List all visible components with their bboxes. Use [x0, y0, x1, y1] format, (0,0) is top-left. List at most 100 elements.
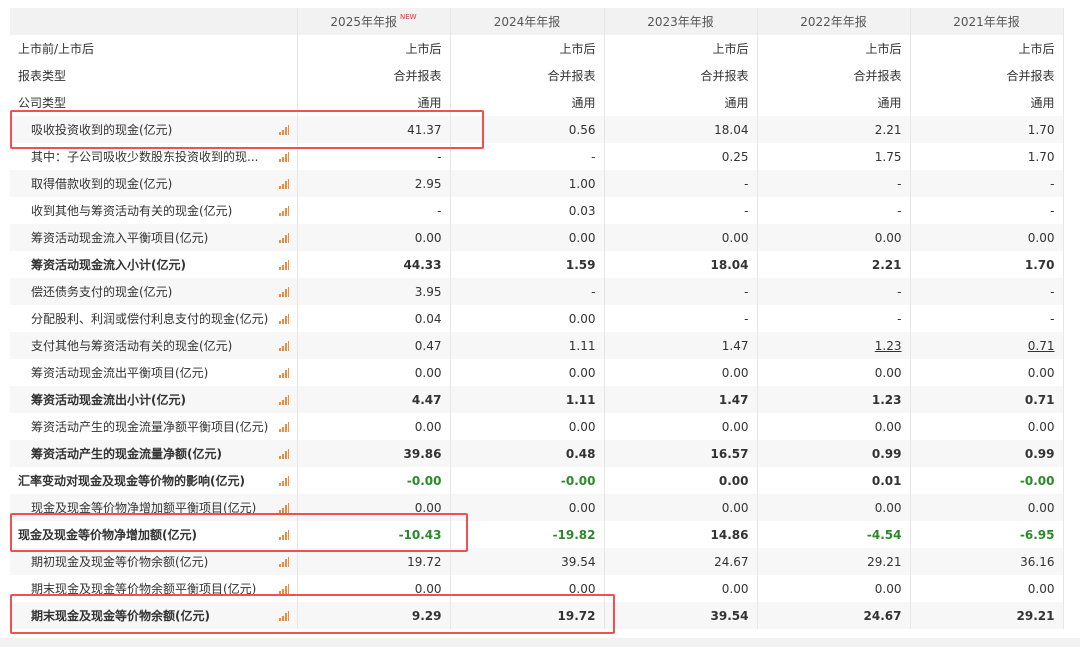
bar-chart-icon[interactable]: [278, 475, 289, 486]
row-label-cell: 期初现金及现金等价物余额(亿元): [10, 548, 298, 575]
row-label-cell: 筹资活动现金流出平衡项目(亿元): [10, 359, 298, 386]
row-label: 筹资活动现金流出小计(亿元): [31, 393, 186, 407]
row-label-cell: 筹资活动产生的现金流量净额(亿元): [10, 440, 298, 467]
bar-chart-icon[interactable]: [278, 394, 289, 405]
value-cell[interactable]: 1.23: [757, 332, 911, 359]
value-cell: 0.71: [910, 386, 1064, 413]
bar-chart-icon[interactable]: [278, 313, 289, 324]
row-label: 期末现金及现金等价物余额平衡项目(亿元): [31, 582, 257, 596]
value-cell: 0.00: [297, 359, 451, 386]
value-cell: 0.99: [757, 440, 911, 467]
bar-chart-icon[interactable]: [278, 232, 289, 243]
bar-chart-icon[interactable]: [278, 421, 289, 432]
row-label: 上市前/上市后: [18, 42, 95, 56]
row-label-cell: 偿还债务支付的现金(亿元): [10, 278, 298, 305]
row-label: 筹资活动产生的现金流量净额(亿元): [31, 447, 222, 461]
value-cell: -: [757, 197, 911, 224]
value-cell: 39.86: [297, 440, 451, 467]
row-label: 偿还债务支付的现金(亿元): [31, 285, 173, 299]
value-cell: 0.00: [910, 413, 1064, 440]
value-cell: -: [910, 305, 1064, 332]
table-row: 筹资活动产生的现金流量净额平衡项目(亿元) 0.00 0.00 0.00 0.00 0.0…: [10, 413, 1064, 440]
bar-chart-icon[interactable]: [278, 178, 289, 189]
value-cell: 9.29: [297, 602, 451, 629]
table-header: 2025年年报 NEW 2024年年报 2023年年报 2022年年报 2021年年报: [10, 8, 1064, 35]
value-cell: 2.21: [757, 116, 911, 143]
value-cell: 0.04: [297, 305, 451, 332]
bar-chart-icon[interactable]: [278, 502, 289, 513]
column-header-0[interactable]: 2025年年报 NEW: [297, 8, 451, 35]
column-label: 2025年年报: [330, 15, 397, 29]
row-label: 收到其他与筹资活动有关的现金(亿元): [31, 204, 233, 218]
bar-chart-icon[interactable]: [278, 610, 289, 621]
bar-chart-icon[interactable]: [278, 286, 289, 297]
table-row: 期初现金及现金等价物余额(亿元) 19.72 39.54 24.67 29.21 36.1…: [10, 548, 1064, 575]
row-label-cell: 现金及现金等价物净增加额平衡项目(亿元): [10, 494, 298, 521]
bar-chart-icon[interactable]: [278, 205, 289, 216]
scrollbar-track[interactable]: [0, 638, 1080, 647]
value-cell: 0.00: [297, 224, 451, 251]
bar-chart-icon[interactable]: [278, 556, 289, 567]
row-label: 公司类型: [18, 96, 67, 110]
bar-chart-icon[interactable]: [278, 259, 289, 270]
bar-chart-icon[interactable]: [278, 124, 289, 135]
value-cell: 通用: [450, 89, 605, 116]
value-cell: 通用: [604, 89, 758, 116]
value-cell: 0.00: [910, 359, 1064, 386]
value-cell: -6.95: [910, 521, 1064, 548]
table-row: 筹资活动现金流出平衡项目(亿元) 0.00 0.00 0.00 0.00 0.00: [10, 359, 1064, 386]
value-cell: 0.00: [450, 359, 605, 386]
column-header-2[interactable]: 2023年年报: [604, 8, 758, 35]
header-label-cell: [10, 8, 298, 35]
column-header-1[interactable]: 2024年年报: [450, 8, 605, 35]
value-cell: 39.54: [450, 548, 605, 575]
table-row: 上市前/上市后 上市后 上市后 上市后 上市后 上市后: [10, 35, 1064, 62]
column-header-3[interactable]: 2022年年报: [757, 8, 911, 35]
value-cell: -4.54: [757, 521, 911, 548]
value-cell: -: [604, 278, 758, 305]
value-cell: -0.00: [297, 467, 451, 494]
row-label-cell: 收到其他与筹资活动有关的现金(亿元): [10, 197, 298, 224]
value-cell: 0.00: [604, 575, 758, 602]
value-cell: 通用: [757, 89, 911, 116]
value-cell: 1.70: [910, 251, 1064, 278]
bar-chart-icon[interactable]: [278, 448, 289, 459]
column-label: 2024年年报: [493, 15, 561, 29]
value-cell: 19.72: [450, 602, 605, 629]
value-cell: 0.00: [757, 413, 911, 440]
value-cell: 18.04: [604, 116, 758, 143]
table-row: 筹资活动现金流出小计(亿元) 4.47 1.11 1.47 1.23 0.71: [10, 386, 1064, 413]
bar-chart-icon[interactable]: [278, 151, 289, 162]
column-label: 2021年年报: [953, 15, 1020, 29]
row-label: 支付其他与筹资活动有关的现金(亿元): [31, 339, 233, 353]
row-label: 筹资活动现金流出平衡项目(亿元): [31, 366, 209, 380]
value-cell: 24.67: [757, 602, 911, 629]
bar-chart-icon[interactable]: [278, 340, 289, 351]
table-row: 公司类型 通用 通用 通用 通用 通用: [10, 89, 1064, 116]
value-cell: 29.21: [757, 548, 911, 575]
column-label: 2023年年报: [647, 15, 714, 29]
row-label-cell: 取得借款收到的现金(亿元): [10, 170, 298, 197]
bar-chart-icon[interactable]: [278, 583, 289, 594]
value-cell: 0.01: [757, 467, 911, 494]
value-cell: 1.23: [757, 386, 911, 413]
value-cell: 0.00: [450, 413, 605, 440]
value-cell: 0.00: [450, 224, 605, 251]
value-cell: 0.03: [450, 197, 605, 224]
column-header-4[interactable]: 2021年年报: [910, 8, 1064, 35]
value-cell[interactable]: 0.71: [910, 332, 1064, 359]
value-cell: 0.00: [910, 224, 1064, 251]
bar-chart-icon[interactable]: [278, 529, 289, 540]
table-row: 吸收投资收到的现金(亿元) 41.37 0.56 18.04 2.21 1.70: [10, 116, 1064, 143]
value-cell: 0.00: [757, 224, 911, 251]
value-cell: 0.00: [604, 413, 758, 440]
value-cell: -10.43: [297, 521, 451, 548]
bar-chart-icon[interactable]: [278, 367, 289, 378]
value-cell: 0.00: [297, 575, 451, 602]
value-cell: 合并报表: [450, 62, 605, 89]
row-label-cell: 汇率变动对现金及现金等价物的影响(亿元): [10, 467, 298, 494]
table-row: 期末现金及现金等价物余额平衡项目(亿元) 0.00 0.00 0.00 0.00 0.00: [10, 575, 1064, 602]
value-cell: 合并报表: [297, 62, 451, 89]
value-cell: 合并报表: [910, 62, 1064, 89]
row-label-cell: 筹资活动现金流入小计(亿元): [10, 251, 298, 278]
